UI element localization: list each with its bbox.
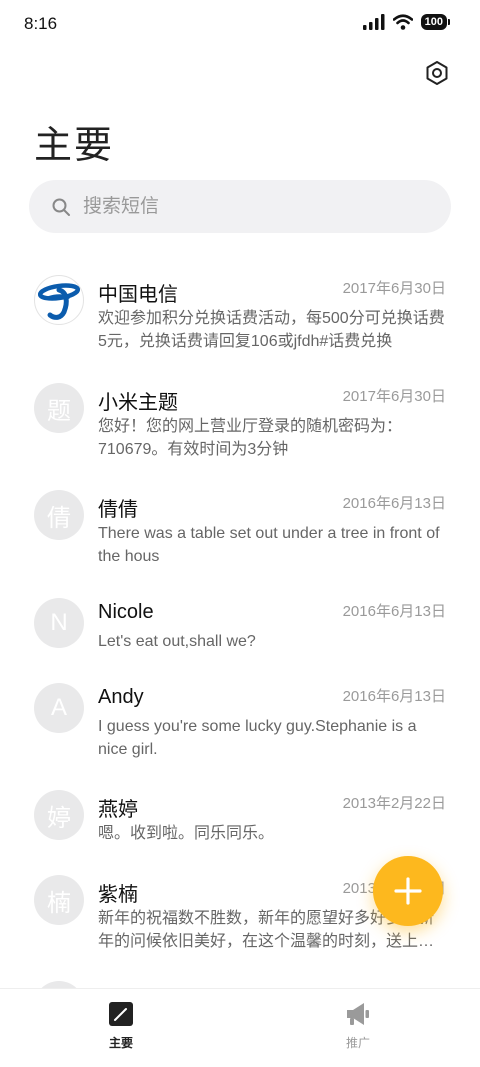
contact-name: 中国电信 (98, 284, 178, 306)
settings-button[interactable] (424, 60, 450, 86)
tab-promotions[interactable]: 推广 (318, 1001, 398, 1051)
avatar: N (34, 598, 84, 648)
avatar: A (34, 683, 84, 733)
message-date: 2017年6月30日 (342, 280, 446, 297)
contact-name: 紫楠 (98, 884, 138, 906)
message-preview: 您好！您的网上营业厅登录的随机密码为：710679。有效时间为3分钟 (98, 418, 403, 458)
message-date: 2016年6月13日 (342, 688, 446, 705)
battery-icon: 100 (420, 14, 450, 30)
plus-icon (394, 877, 422, 905)
message-preview: There was a table set out under a tree i… (98, 525, 440, 565)
tab-main[interactable]: 主要 (81, 1001, 161, 1051)
bottom-nav: 主要 推广 (0, 988, 480, 1067)
avatar: 题 (34, 383, 84, 433)
signal-icon (362, 14, 385, 30)
compose-icon (109, 1002, 133, 1026)
search-icon (52, 198, 70, 216)
wifi-icon (392, 14, 413, 30)
new-message-button[interactable] (373, 856, 443, 926)
contact-name: Andy (98, 686, 144, 708)
page-title: 主要 (34, 125, 115, 167)
contact-name: 小米主题 (98, 392, 178, 414)
search-bar[interactable] (29, 180, 451, 233)
status-bar: 8:16 100 (0, 0, 480, 52)
status-icons: 100 (362, 14, 450, 30)
tab-promotions-label: 推广 (345, 1036, 370, 1050)
avatar: 婷 (34, 790, 84, 840)
status-time: 8:16 (24, 14, 58, 33)
message-date: 2016年6月13日 (342, 603, 446, 620)
contact-name: 燕婷 (98, 799, 138, 821)
contact-name: Nicole (98, 601, 154, 623)
battery-level: 100 (420, 14, 447, 30)
message-preview: I guess you're some lucky guy.Stephanie … (98, 718, 417, 758)
avatar-china-telecom-logo-icon (34, 275, 84, 325)
avatar: 楠 (34, 875, 84, 925)
message-date: 2013年2月22日 (342, 795, 446, 812)
settings-icon (426, 61, 448, 85)
message-date: 2017年6月30日 (342, 388, 446, 405)
contact-name: 倩倩 (98, 499, 138, 521)
message-preview: Let's eat out,shall we? (98, 633, 256, 650)
avatar: 倩 (34, 490, 84, 540)
search-input[interactable] (81, 194, 405, 219)
megaphone-icon (347, 1003, 369, 1025)
tab-main-label: 主要 (108, 1036, 133, 1050)
avatar (34, 981, 84, 988)
message-preview: 欢迎参加积分兑换话费活动，每500分可兑换话费5元，兑换话费请回复106或jfd… (98, 310, 445, 350)
message-preview: 嗯。收到啦。同乐同乐。 (98, 825, 275, 842)
message-date: 2016年6月13日 (342, 495, 446, 512)
